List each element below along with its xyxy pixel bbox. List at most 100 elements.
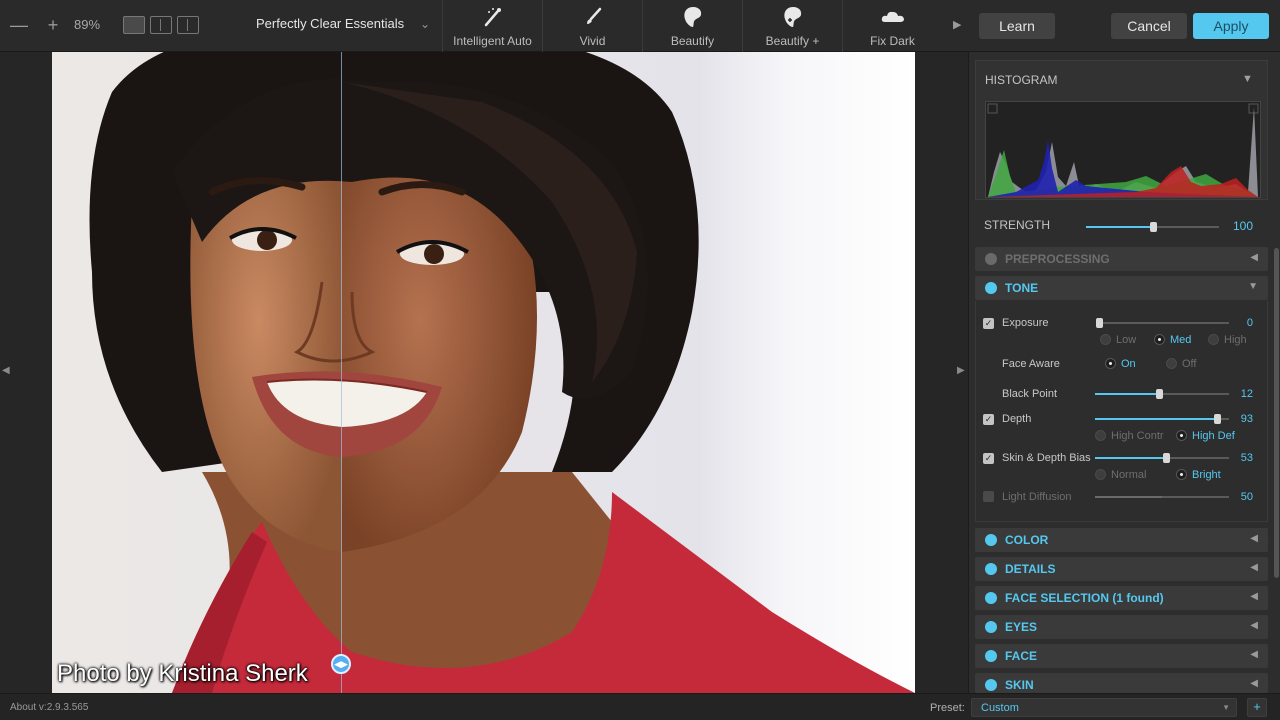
expand-arrow-icon[interactable]: ◀ xyxy=(1250,649,1258,660)
black-point-slider[interactable] xyxy=(1095,389,1229,399)
light-diffusion-value: 50 xyxy=(1240,491,1253,503)
skin-depth-bias-option-bright[interactable]: Bright xyxy=(1176,469,1221,481)
expand-arrow-icon[interactable]: ◀ xyxy=(1250,252,1258,263)
section-toggle-icon[interactable] xyxy=(985,592,997,604)
section-toggle-icon[interactable] xyxy=(985,650,997,662)
slider-thumb[interactable] xyxy=(1213,414,1221,424)
apply-button[interactable]: Apply xyxy=(1193,13,1269,39)
zoom-out-button[interactable]: — xyxy=(9,14,29,36)
cancel-button[interactable]: Cancel xyxy=(1111,13,1187,39)
skin-depth-bias-checkbox[interactable]: ✓ xyxy=(983,453,994,464)
depth-option-high-def[interactable]: High Def xyxy=(1176,430,1235,442)
expand-arrow-icon[interactable]: ◀ xyxy=(1250,562,1258,573)
quick-preset-beautify-plus[interactable]: Beautify + xyxy=(742,0,842,52)
exposure-option-med[interactable]: Med xyxy=(1154,334,1191,346)
section-color[interactable]: COLOR ◀ xyxy=(975,528,1268,552)
slider-thumb[interactable] xyxy=(1096,318,1103,328)
status-bar: About v:2.9.3.565 Preset: Custom ▼ + xyxy=(0,693,1280,720)
expand-arrow-icon[interactable]: ◀ xyxy=(1250,678,1258,689)
section-toggle-icon[interactable] xyxy=(985,679,997,691)
add-preset-button[interactable]: + xyxy=(1247,698,1267,717)
black-point-label: Black Point xyxy=(1002,388,1058,400)
depth-option-high-contr[interactable]: High Contr xyxy=(1095,430,1164,442)
quick-preset-intelligent-auto[interactable]: Intelligent Auto xyxy=(442,0,542,52)
strength-value: 100 xyxy=(1233,219,1254,233)
skin-depth-bias-option-normal[interactable]: Normal xyxy=(1095,469,1146,481)
section-details[interactable]: DETAILS ◀ xyxy=(975,557,1268,581)
section-face[interactable]: FACE ◀ xyxy=(975,644,1268,668)
photo-preview[interactable]: ◀▶ Photo by Kristina Sherk xyxy=(52,52,915,693)
depth-checkbox[interactable]: ✓ xyxy=(983,414,994,425)
section-toggle-icon[interactable] xyxy=(985,282,997,294)
version-link[interactable]: About v:2.9.3.565 xyxy=(10,702,88,713)
zoom-level: 89% xyxy=(74,17,101,32)
strength-slider[interactable] xyxy=(1086,222,1219,232)
chevron-down-icon: ▼ xyxy=(1222,703,1230,712)
section-face-selection[interactable]: FACE SELECTION (1 found) ◀ xyxy=(975,586,1268,610)
face-aware-option-on[interactable]: On xyxy=(1105,358,1136,370)
histogram-toggle-icon[interactable]: ▼ xyxy=(1242,73,1253,85)
quick-preset-vivid[interactable]: Vivid xyxy=(542,0,642,52)
split-divider[interactable] xyxy=(341,52,342,693)
black-point-value: 12 xyxy=(1240,388,1253,400)
strength-label: STRENGTH xyxy=(984,218,1050,232)
section-preprocessing[interactable]: PREPROCESSING ◀ xyxy=(975,247,1268,271)
face-aware-label: Face Aware xyxy=(1002,358,1060,370)
section-title: FACE xyxy=(1005,649,1038,663)
view-single-icon[interactable] xyxy=(123,16,145,34)
histogram-panel: HISTOGRAM ▼ xyxy=(975,60,1268,200)
view-split-vertical-icon[interactable] xyxy=(150,16,172,34)
section-toggle-icon[interactable] xyxy=(985,534,997,546)
section-skin[interactable]: SKIN ◀ xyxy=(975,673,1268,693)
zoom-in-button[interactable]: + xyxy=(43,14,63,36)
magic-wand-icon xyxy=(478,2,508,32)
preset-dropdown[interactable]: Perfectly Clear Essentials xyxy=(256,16,404,31)
skin-depth-bias-value: 53 xyxy=(1240,452,1253,464)
photo-credit: Photo by Kristina Sherk xyxy=(57,660,308,687)
depth-value: 93 xyxy=(1240,413,1253,425)
collapse-right-icon[interactable]: ▶ xyxy=(957,365,965,376)
exposure-slider[interactable] xyxy=(1096,318,1229,328)
section-toggle-icon[interactable] xyxy=(985,621,997,633)
presets-scroll-right-icon[interactable]: ▶ xyxy=(953,18,961,31)
view-split-horizontal-icon[interactable] xyxy=(177,16,199,34)
collapse-arrow-icon[interactable]: ▼ xyxy=(1248,281,1258,292)
quick-preset-label: Fix Dark xyxy=(870,34,915,48)
quick-preset-label: Beautify + xyxy=(765,34,820,48)
section-tone[interactable]: TONE ▼ xyxy=(975,276,1268,300)
learn-button[interactable]: Learn xyxy=(979,13,1055,39)
split-handle-icon[interactable]: ◀▶ xyxy=(331,654,351,674)
face-aware-option-off[interactable]: Off xyxy=(1166,358,1196,370)
highlight-clip-icon[interactable] xyxy=(1248,103,1259,114)
quick-preset-label: Intelligent Auto xyxy=(453,34,532,48)
panel-scrollbar[interactable] xyxy=(1274,248,1279,578)
collapse-left-icon[interactable]: ◀ xyxy=(2,365,10,376)
preset-select-value: Custom xyxy=(981,702,1019,714)
section-title: COLOR xyxy=(1005,533,1049,547)
slider-thumb[interactable] xyxy=(1149,222,1157,232)
shadow-clip-icon[interactable] xyxy=(987,103,998,114)
quick-preset-beautify[interactable]: Beautify xyxy=(642,0,742,52)
slider-thumb[interactable] xyxy=(1163,453,1171,463)
preset-select[interactable]: Custom ▼ xyxy=(971,698,1237,717)
expand-arrow-icon[interactable]: ◀ xyxy=(1250,533,1258,544)
histogram-chart xyxy=(985,101,1261,198)
depth-slider[interactable] xyxy=(1095,414,1229,424)
exposure-option-high[interactable]: High xyxy=(1208,334,1247,346)
section-toggle-icon[interactable] xyxy=(985,253,997,265)
chevron-down-icon[interactable]: ⌄ xyxy=(420,17,430,31)
section-toggle-icon[interactable] xyxy=(985,563,997,575)
exposure-checkbox[interactable]: ✓ xyxy=(983,318,994,329)
quick-preset-fix-dark[interactable]: Fix Dark xyxy=(842,0,942,52)
expand-arrow-icon[interactable]: ◀ xyxy=(1250,620,1258,631)
exposure-option-low[interactable]: Low xyxy=(1100,334,1136,346)
adjustments-panel: HISTOGRAM ▼ STRENGTH 100 PREPROCESSING ◀… xyxy=(968,52,1280,693)
section-title: FACE SELECTION (1 found) xyxy=(1005,591,1164,605)
skin-depth-bias-slider[interactable] xyxy=(1095,453,1229,463)
light-diffusion-slider[interactable] xyxy=(1095,492,1229,502)
section-title: SKIN xyxy=(1005,678,1034,692)
slider-thumb[interactable] xyxy=(1156,389,1164,399)
expand-arrow-icon[interactable]: ◀ xyxy=(1250,591,1258,602)
section-eyes[interactable]: EYES ◀ xyxy=(975,615,1268,639)
light-diffusion-checkbox[interactable]: ✓ xyxy=(983,491,994,502)
